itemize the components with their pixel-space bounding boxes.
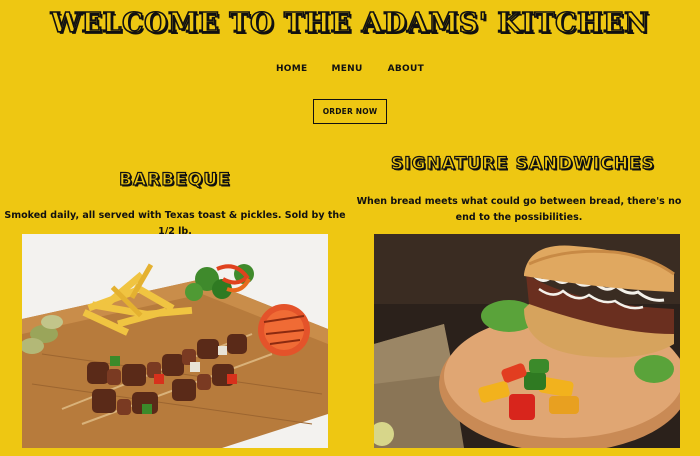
barbeque-title: BARBEQUE — [119, 169, 231, 190]
sandwiches-photo — [374, 234, 680, 448]
barbeque-photo — [22, 234, 328, 448]
sandwiches-description: When bread meets what could go between b… — [356, 196, 682, 223]
site-title: WELCOME TO THE ADAMS' KITCHEN — [50, 7, 650, 40]
nav-about-link[interactable]: ABOUT — [388, 64, 424, 74]
nav-home-link[interactable]: HOME — [276, 64, 308, 74]
main-nav: HOME MENU ABOUT — [0, 64, 700, 74]
order-now-button[interactable]: ORDER NOW — [313, 99, 387, 124]
sandwiches-title: SIGNATURE SANDWICHES — [390, 153, 655, 174]
nav-menu-link[interactable]: MENU — [331, 64, 362, 74]
